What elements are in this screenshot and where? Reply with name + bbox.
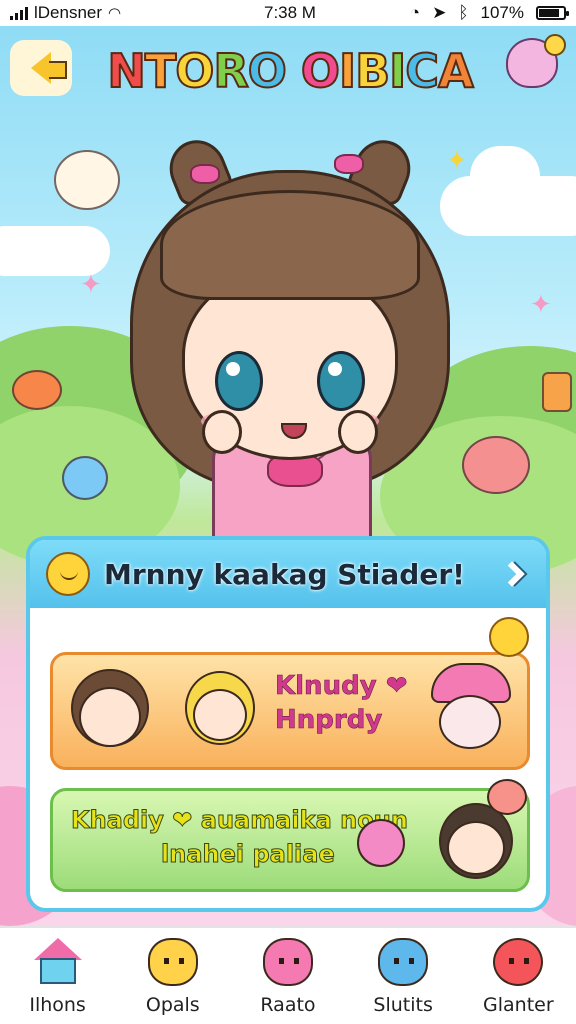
status-time: 7:38 M xyxy=(264,3,316,22)
card-line-2: Hnprdy xyxy=(275,705,383,736)
ghost-mascot-icon xyxy=(54,150,120,210)
status-right: ◔ ➤ ᛒ 107% xyxy=(409,3,569,23)
bottom-nav: Ilhons Opals Raato Slutits Glanter xyxy=(0,926,576,1024)
character-eye-left xyxy=(215,351,263,411)
title-letter: O xyxy=(300,43,341,99)
chibi-pink-hat-avatar xyxy=(439,695,501,749)
hair-bow-icon xyxy=(334,154,364,174)
title-letter xyxy=(286,44,301,98)
orange-creature-icon xyxy=(12,370,62,410)
title-letter: I xyxy=(388,43,407,99)
nav-item-slutits[interactable]: Slutits xyxy=(346,928,461,1024)
secondary-card[interactable]: Khadiy ❤ auamaika noun lnahei paliae xyxy=(50,779,530,892)
card-line-1: Khadiy ❤ auamaika noun xyxy=(71,806,409,835)
featured-card[interactable]: Klnudy ❤ Hnprdy xyxy=(50,617,530,770)
battery-percent: 107% xyxy=(480,3,524,22)
character-bangs xyxy=(160,190,420,300)
wifi-icon: ◠ xyxy=(108,5,122,22)
apple-icon xyxy=(493,938,544,986)
blue-creature-icon xyxy=(62,456,108,500)
nav-item-home[interactable]: Ilhons xyxy=(0,928,115,1024)
pink-sparkle-icon: ✦ xyxy=(530,290,552,320)
character-hand xyxy=(338,410,378,454)
pink-creature-icon xyxy=(487,779,527,815)
signal-icon xyxy=(10,6,28,20)
chibi-winking-avatar xyxy=(447,821,505,875)
nav-label: Slutits xyxy=(373,994,433,1016)
nav-label: Ilhons xyxy=(29,994,86,1016)
title-letter: O xyxy=(247,43,288,99)
carrier-name: lDensner xyxy=(34,3,103,22)
card-line-1: Klnudy ❤ xyxy=(275,671,408,702)
blue-blob-icon xyxy=(378,938,429,986)
chibi-brunette-avatar xyxy=(79,687,141,747)
nav-label: Opals xyxy=(145,994,200,1016)
location-icon: ➤ xyxy=(432,3,447,22)
title-letter: I xyxy=(338,43,357,99)
panel-header[interactable]: Mrnny kaakag Stiader! xyxy=(30,540,546,608)
sun-smiley-icon xyxy=(46,552,90,596)
title-letter: R xyxy=(212,43,249,99)
alarm-icon: ◔ xyxy=(409,3,421,22)
character-mouth xyxy=(281,423,307,439)
notification-dot-icon xyxy=(544,34,566,56)
back-button[interactable] xyxy=(10,40,72,96)
home-icon xyxy=(33,938,82,986)
chibi-blonde-avatar xyxy=(193,689,247,741)
status-bar: lDensner ◠ 7:38 M ◔ ➤ ᛒ 107% xyxy=(0,0,576,26)
bear-icon xyxy=(147,938,198,986)
pink-bear-creature-icon xyxy=(462,436,530,494)
pink-cat-mascot-icon[interactable] xyxy=(506,34,566,88)
character-hand xyxy=(202,410,242,454)
panel-title: Mrnny kaakag Stiader! xyxy=(104,557,465,591)
nav-item-raato[interactable]: Raato xyxy=(230,928,345,1024)
hero-character xyxy=(120,130,460,550)
title-letter: T xyxy=(144,43,177,99)
pink-cat-icon xyxy=(262,938,313,986)
nav-label: Raato xyxy=(260,994,316,1016)
character-eye-right xyxy=(317,351,365,411)
nav-item-opals[interactable]: Opals xyxy=(115,928,230,1024)
cloud xyxy=(0,226,110,276)
nav-label: Glanter xyxy=(483,994,554,1016)
status-left: lDensner ◠ xyxy=(10,3,210,23)
chevron-right-icon[interactable] xyxy=(494,554,530,594)
pink-blob-icon xyxy=(357,819,405,867)
app-title: NTORO OIBICA xyxy=(80,43,500,99)
title-letter: C xyxy=(404,43,440,99)
bluetooth-icon: ᛒ xyxy=(458,3,469,22)
pink-sparkle-icon: ✦ xyxy=(80,270,102,300)
sun-smiley-icon xyxy=(489,617,529,657)
hair-bow-icon xyxy=(190,164,220,184)
nav-item-glanter[interactable]: Glanter xyxy=(461,928,576,1024)
title-letter: A xyxy=(437,43,475,99)
tree-icon xyxy=(542,372,572,412)
back-arrow-icon xyxy=(31,52,67,84)
main-panel: Mrnny kaakag Stiader! Klnudy ❤ Hnprdy Kh… xyxy=(26,536,550,912)
cloud xyxy=(470,146,540,206)
title-letter: B xyxy=(354,43,391,99)
title-letter: N xyxy=(106,43,146,99)
card-text: Klnudy ❤ Hnprdy xyxy=(275,669,408,737)
battery-icon xyxy=(536,6,569,20)
title-letter: O xyxy=(174,43,215,99)
